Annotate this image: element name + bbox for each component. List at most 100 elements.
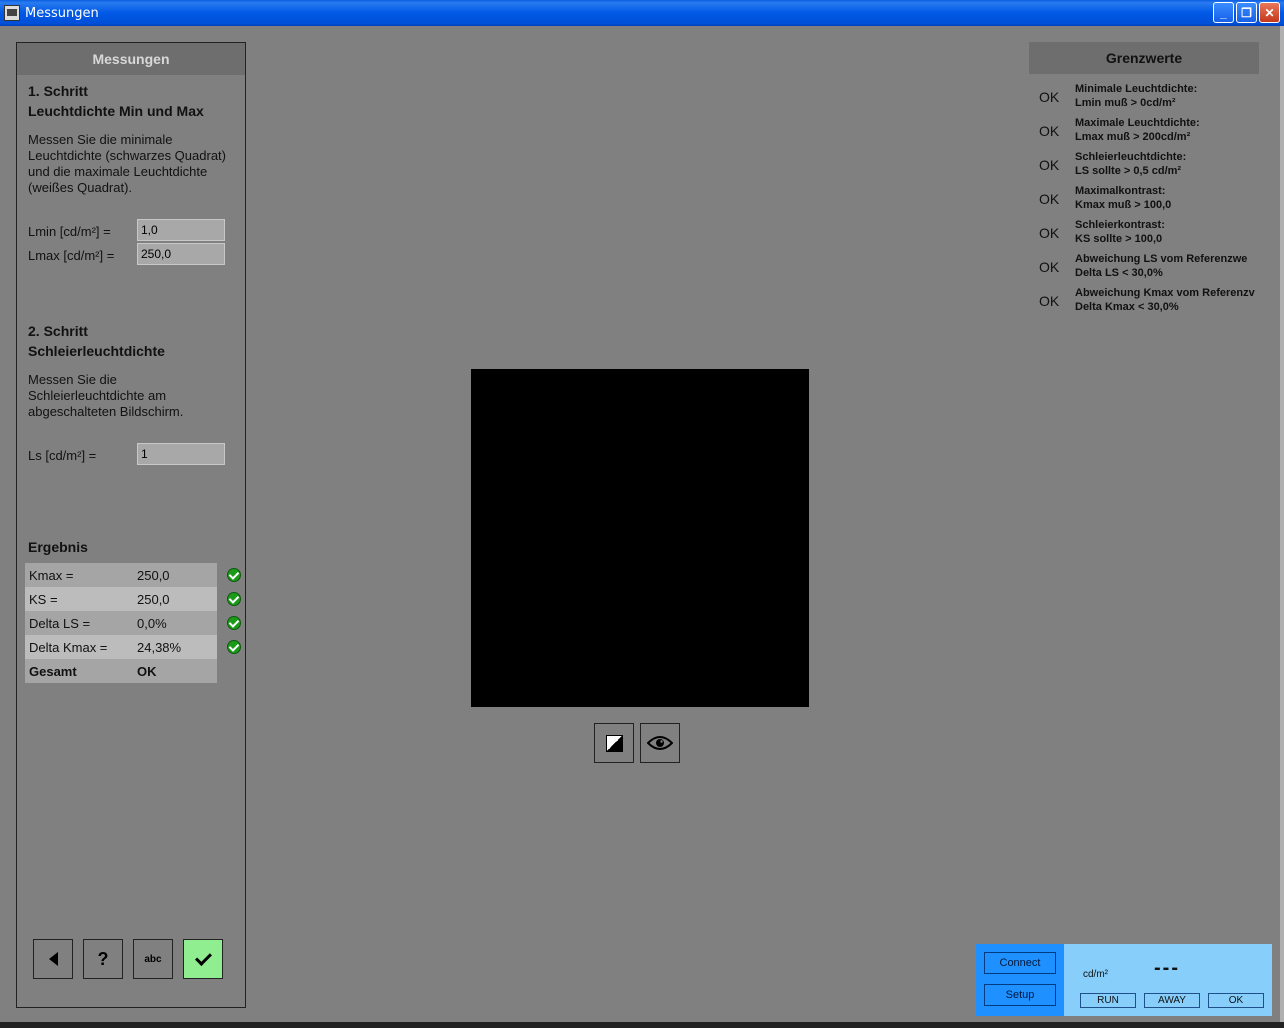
meter-value: --- bbox=[1154, 957, 1180, 979]
result-title: Ergebnis bbox=[28, 539, 88, 555]
panel-header: Messungen bbox=[17, 43, 245, 75]
result-label: Delta LS = bbox=[29, 615, 91, 631]
limit-description: Abweichung LS vom Referenzwe Delta LS < … bbox=[1075, 252, 1247, 280]
question-icon: ? bbox=[97, 948, 109, 969]
limit-line: Schleierleuchtdichte: bbox=[1075, 151, 1187, 163]
app-icon bbox=[4, 5, 20, 21]
result-label: Delta Kmax = bbox=[29, 639, 108, 655]
limit-line: Abweichung Kmax vom Referenzv bbox=[1075, 287, 1255, 299]
limit-status: OK bbox=[1039, 89, 1060, 105]
test-pattern bbox=[471, 369, 809, 707]
meter-controls: Connect Setup bbox=[976, 944, 1064, 1016]
limit-description: Abweichung Kmax vom Referenzv Delta Kmax… bbox=[1075, 286, 1255, 314]
ls-label: Ls [cd/m²] = bbox=[28, 448, 97, 463]
connect-button[interactable]: Connect bbox=[984, 952, 1056, 974]
window-title: Messungen bbox=[25, 5, 99, 21]
limit-status: OK bbox=[1039, 259, 1060, 275]
check-icon bbox=[227, 640, 241, 654]
limit-line: Maximale Leuchtdichte: bbox=[1075, 117, 1200, 129]
run-button[interactable]: RUN bbox=[1080, 993, 1136, 1008]
limit-status: OK bbox=[1039, 225, 1060, 241]
result-row-kmax: Kmax = 250,0 bbox=[25, 563, 241, 587]
total-label: Gesamt bbox=[29, 663, 77, 679]
result-label: Kmax = bbox=[29, 567, 74, 583]
limit-status: OK bbox=[1039, 191, 1060, 207]
limit-row: OK Minimale Leuchtdichte: Lmin muß > 0cd… bbox=[1038, 82, 1260, 112]
total-value: OK bbox=[137, 663, 157, 679]
eye-icon bbox=[647, 736, 673, 750]
limits-header: Grenzwerte bbox=[1029, 42, 1259, 74]
limit-description: Maximale Leuchtdichte: Lmax muß > 200cd/… bbox=[1075, 116, 1200, 144]
limit-line: Maximalkontrast: bbox=[1075, 185, 1166, 197]
limit-row: OK Abweichung LS vom Referenzwe Delta LS… bbox=[1038, 252, 1260, 282]
result-row-total: Gesamt OK bbox=[25, 659, 217, 683]
limit-description: Maximalkontrast: Kmax muß > 100,0 bbox=[1075, 184, 1171, 212]
limit-description: Minimale Leuchtdichte: Lmin muß > 0cd/m² bbox=[1075, 82, 1197, 110]
step1-subtitle: Leuchtdichte Min und Max bbox=[28, 103, 204, 119]
check-icon bbox=[227, 568, 241, 582]
limit-description: Schleierleuchtdichte: LS sollte > 0,5 cd… bbox=[1075, 150, 1186, 178]
measurement-panel: Messungen 1. Schritt Leuchtdichte Min un… bbox=[16, 42, 246, 1008]
away-button[interactable]: AWAY bbox=[1144, 993, 1200, 1008]
step2-description: Messen Sie die Schleierleuchtdichte am a… bbox=[28, 372, 184, 419]
check-icon bbox=[227, 592, 241, 606]
result-table: Kmax = 250,0 KS = 250,0 Delta LS = 0,0% … bbox=[25, 563, 241, 683]
step1-description: Messen Sie die minimale Leuchtdichte (sc… bbox=[28, 132, 226, 195]
ok-button[interactable]: OK bbox=[1208, 993, 1264, 1008]
result-row-delta-ls: Delta LS = 0,0% bbox=[25, 611, 241, 635]
contrast-icon bbox=[605, 734, 623, 752]
result-value: 250,0 bbox=[137, 591, 170, 607]
limit-row: OK Maximalkontrast: Kmax muß > 100,0 bbox=[1038, 184, 1260, 214]
limit-line: Delta Kmax < 30,0% bbox=[1075, 301, 1179, 313]
limit-row: OK Schleierkontrast: KS sollte > 100,0 bbox=[1038, 218, 1260, 248]
lmin-input[interactable]: 1,0 bbox=[137, 219, 225, 241]
checkmark-icon bbox=[194, 948, 212, 966]
limit-row: OK Abweichung Kmax vom Referenzv Delta K… bbox=[1038, 286, 1260, 316]
accept-button[interactable] bbox=[183, 939, 223, 979]
meter-widget: Connect Setup cd/m² --- RUN AWAY OK bbox=[976, 944, 1272, 1016]
help-button[interactable]: ? bbox=[83, 939, 123, 979]
close-button[interactable]: ✕ bbox=[1259, 2, 1280, 23]
meter-unit: cd/m² bbox=[1083, 969, 1108, 980]
limit-status: OK bbox=[1039, 157, 1060, 173]
contrast-toggle-button[interactable] bbox=[594, 723, 634, 763]
limit-status: OK bbox=[1039, 123, 1060, 139]
ls-input[interactable]: 1 bbox=[137, 443, 225, 465]
limit-row: OK Schleierleuchtdichte: LS sollte > 0,5… bbox=[1038, 150, 1260, 180]
limit-description: Schleierkontrast: KS sollte > 100,0 bbox=[1075, 218, 1165, 246]
view-button[interactable] bbox=[640, 723, 680, 763]
keyboard-button[interactable]: abc bbox=[133, 939, 173, 979]
result-value: 0,0% bbox=[137, 615, 167, 631]
limit-line: LS sollte > 0,5 cd/m² bbox=[1075, 165, 1182, 177]
result-label: KS = bbox=[29, 591, 58, 607]
abc-icon: abc bbox=[144, 953, 162, 965]
limit-row: OK Maximale Leuchtdichte: Lmax muß > 200… bbox=[1038, 116, 1260, 146]
limit-line: Schleierkontrast: bbox=[1075, 219, 1165, 231]
limit-line: Delta LS < 30,0% bbox=[1075, 267, 1163, 279]
back-button[interactable] bbox=[33, 939, 73, 979]
setup-button[interactable]: Setup bbox=[984, 984, 1056, 1006]
limit-line: Lmax muß > 200cd/m² bbox=[1075, 131, 1191, 143]
step2-title: 2. Schritt bbox=[28, 323, 88, 339]
restore-button[interactable]: ❐ bbox=[1236, 2, 1257, 23]
limit-line: KS sollte > 100,0 bbox=[1075, 233, 1163, 245]
lmin-label: Lmin [cd/m²] = bbox=[28, 224, 111, 239]
minimize-button[interactable]: _ bbox=[1213, 2, 1234, 23]
step1-title: 1. Schritt bbox=[28, 83, 88, 99]
limit-line: Lmin muß > 0cd/m² bbox=[1075, 97, 1176, 109]
lmax-input[interactable]: 250,0 bbox=[137, 243, 225, 265]
limit-line: Minimale Leuchtdichte: bbox=[1075, 83, 1198, 95]
lmax-label: Lmax [cd/m²] = bbox=[28, 248, 115, 263]
window-edge bbox=[1280, 26, 1284, 1022]
step2-subtitle: Schleierleuchtdichte bbox=[28, 343, 165, 359]
meter-display: cd/m² --- RUN AWAY OK bbox=[1064, 944, 1272, 1016]
result-row-delta-kmax: Delta Kmax = 24,38% bbox=[25, 635, 241, 659]
result-row-ks: KS = 250,0 bbox=[25, 587, 241, 611]
result-value: 24,38% bbox=[137, 639, 182, 655]
check-icon bbox=[227, 616, 241, 630]
limit-status: OK bbox=[1039, 293, 1060, 309]
arrow-left-icon bbox=[48, 952, 58, 966]
limit-line: Abweichung LS vom Referenzwe bbox=[1075, 253, 1248, 265]
bottom-border bbox=[0, 1022, 1284, 1028]
title-bar[interactable]: Messungen _ ❐ ✕ bbox=[0, 0, 1284, 26]
